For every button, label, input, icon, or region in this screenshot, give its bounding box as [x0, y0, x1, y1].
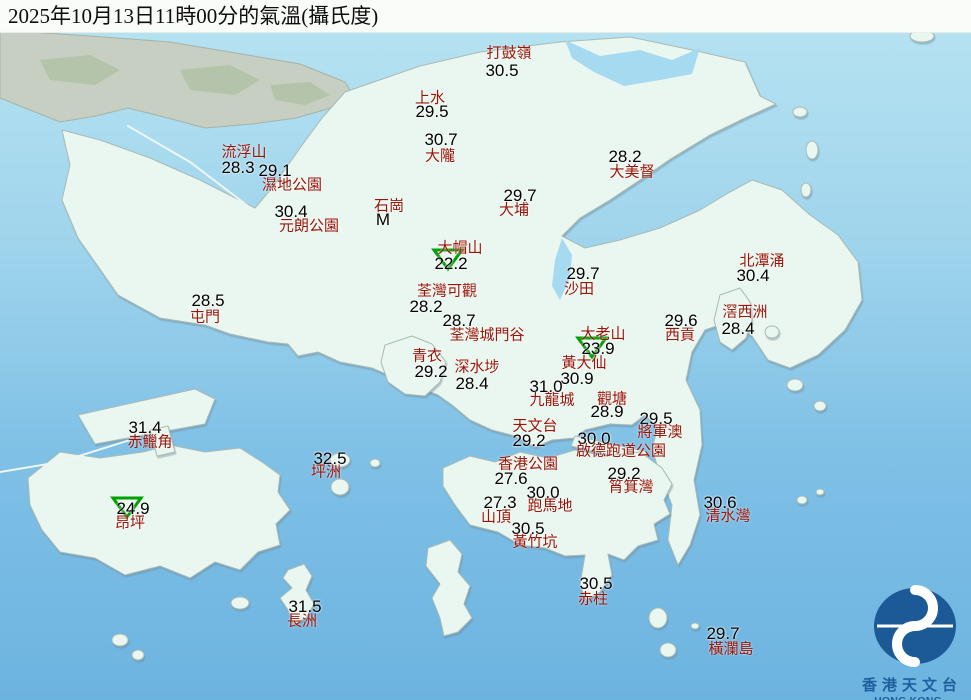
- triangle-marker: [431, 247, 465, 277]
- island-soko: [112, 634, 128, 646]
- island-bluff: [787, 379, 803, 391]
- hong-kong-basemap: [0, 0, 971, 700]
- hko-logo: 香港天文台 HONG KONG OBSERVATORY: [845, 585, 971, 700]
- island-waglan: [691, 623, 699, 629]
- island-kau-yi-chau: [370, 459, 380, 467]
- island-po-toi: [649, 608, 667, 628]
- island-mirs-bay: [806, 141, 818, 159]
- map-title: 2025年10月13日11時00分的氣溫(攝氏度): [0, 0, 971, 33]
- triangle-marker: [110, 495, 144, 525]
- island-ninepin: [797, 496, 807, 504]
- temperature-map: 2025年10月13日11時00分的氣溫(攝氏度) 30.5打鼓嶺29.5上水3…: [0, 0, 971, 700]
- island-mirs-bay: [801, 183, 811, 197]
- hko-logo-english: HONG KONG OBSERVATORY: [845, 695, 971, 700]
- island-po-toi: [660, 643, 676, 657]
- hko-logo-icon: [845, 585, 971, 667]
- island-mirs-bay: [793, 107, 807, 117]
- island-hei-ling-chau: [331, 479, 349, 495]
- triangle-marker: [575, 335, 609, 365]
- island-soko: [132, 650, 144, 660]
- hko-logo-chinese: 香港天文台: [853, 674, 971, 695]
- island-sharp: [765, 326, 779, 338]
- island-peng-chau: [330, 453, 350, 467]
- island-basalt: [814, 401, 826, 411]
- island-shek-kwu-chau: [231, 597, 249, 609]
- island-ninepin: [816, 489, 824, 495]
